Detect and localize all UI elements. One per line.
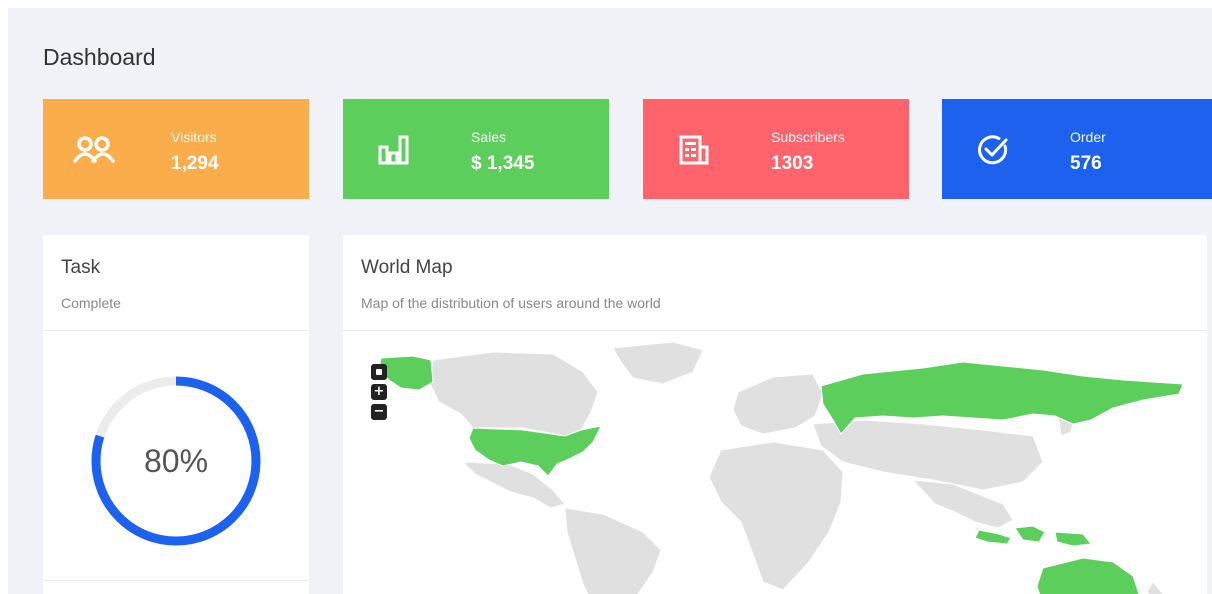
map-zoom-in-button[interactable]: + [371,384,387,400]
region-indonesia-1[interactable] [974,529,1012,545]
map-zoom-out-button[interactable]: − [371,404,387,420]
minus-icon: − [373,404,385,419]
task-panel-header: Task Complete [43,235,309,331]
stat-value: 1303 [771,153,814,174]
users-icon [73,129,115,171]
world-map[interactable] [343,332,1207,594]
task-subtitle: Complete [61,295,121,311]
region-europe [732,373,824,435]
region-australia[interactable] [1036,557,1140,594]
divider [43,580,309,581]
stat-card-sales[interactable]: Sales $ 1,345 [343,99,609,199]
bar-chart-icon [373,129,415,171]
dashboard-page: Dashboard Visitors 1,294 Sales $ 1,345 S… [8,8,1212,594]
plus-icon: + [373,384,385,399]
progress-percent: 80% [143,442,209,479]
region-south-america [564,507,662,594]
stat-label: Order [1070,129,1106,145]
region-africa [708,441,844,591]
stat-value: $ 1,345 [471,153,535,174]
region-central-asia [812,419,1044,491]
page-title: Dashboard [43,44,156,70]
region-greenland [612,341,704,385]
world-map-header: World Map Map of the distribution of use… [343,235,1207,331]
stat-card-subscribers[interactable]: Subscribers 1303 [643,99,909,199]
stat-value: 1,294 [171,153,219,174]
world-map-panel: World Map Map of the distribution of use… [343,235,1207,594]
region-indonesia-3[interactable] [1054,531,1092,547]
check-circle-icon [972,129,1014,171]
stat-card-visitors[interactable]: Visitors 1,294 [43,99,309,199]
stat-card-order[interactable]: Order 576 [942,99,1212,199]
task-panel: Task Complete 80% [43,235,309,594]
stat-label: Visitors [171,129,217,145]
region-new-zealand [1146,581,1164,594]
region-alaska[interactable] [378,355,434,391]
stat-label: Subscribers [771,129,845,145]
task-title: Task [61,257,101,278]
newspaper-icon [673,129,715,171]
region-canada [428,351,599,437]
world-map-title: World Map [361,257,453,278]
stat-value: 576 [1070,153,1102,174]
map-reset-button[interactable] [371,364,387,380]
progress-ring: 80% [88,373,264,549]
world-map-subtitle: Map of the distribution of users around … [361,295,661,311]
reset-icon [376,369,382,375]
stat-label: Sales [471,129,507,145]
region-indonesia-2[interactable] [1014,525,1046,543]
